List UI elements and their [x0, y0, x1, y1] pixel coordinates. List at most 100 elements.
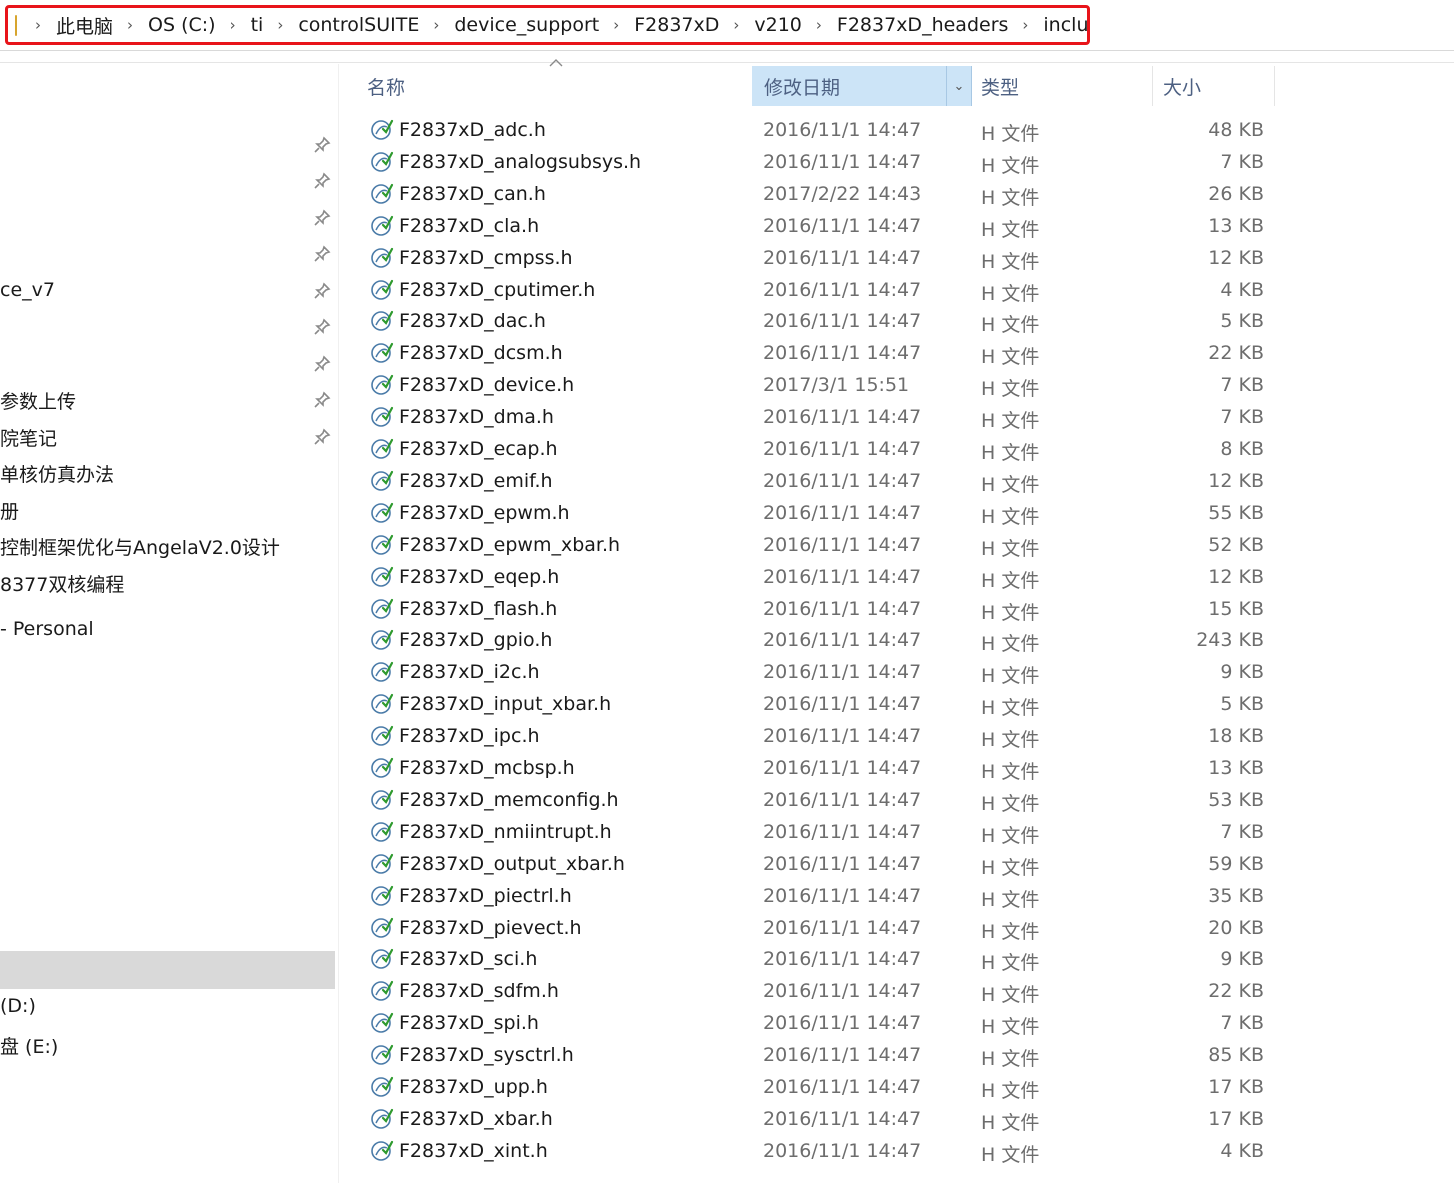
chevron-right-icon[interactable]: › — [127, 16, 133, 34]
file-row[interactable]: F2837xD_upp.h 2016/11/1 14:47 H 文件 17 KB — [350, 1072, 1280, 1104]
file-row[interactable]: F2837xD_piectrl.h 2016/11/1 14:47 H 文件 35 K… — [350, 881, 1280, 913]
nav-item[interactable]: 参数上传 — [0, 387, 76, 414]
file-row[interactable]: F2837xD_cmpss.h 2016/11/1 14:47 H 文件 12 KB — [350, 243, 1280, 275]
c-header-file-icon — [370, 724, 394, 748]
chevron-right-icon[interactable]: › — [816, 16, 822, 34]
file-row[interactable]: F2837xD_analogsubsys.h 2016/11/1 14:47 H 文… — [350, 147, 1280, 179]
file-row[interactable]: F2837xD_pievect.h 2016/11/1 14:47 H 文件 20 K… — [350, 913, 1280, 945]
file-row[interactable]: F2837xD_ecap.h 2016/11/1 14:47 H 文件 8 KB — [350, 434, 1280, 466]
breadcrumb-v210[interactable]: v210 — [754, 14, 802, 36]
nav-item[interactable]: 控制框架优化与AngelaV2.0设计 — [0, 533, 280, 560]
file-name: F2837xD_nmiintrupt.h — [399, 820, 612, 843]
file-name: F2837xD_emif.h — [399, 469, 553, 492]
file-row[interactable]: F2837xD_mcbsp.h 2016/11/1 14:47 H 文件 13 KB — [350, 753, 1280, 785]
file-row[interactable]: F2837xD_epwm_xbar.h 2016/11/1 14:47 H 文件 52… — [350, 530, 1280, 562]
file-row[interactable]: F2837xD_memconfig.h 2016/11/1 14:47 H 文件 53… — [350, 785, 1280, 817]
file-date: 2016/11/1 14:47 — [763, 788, 922, 811]
file-row[interactable]: F2837xD_output_xbar.h 2016/11/1 14:47 H 文件… — [350, 849, 1280, 881]
file-row[interactable]: F2837xD_xint.h 2016/11/1 14:47 H 文件 4 KB — [350, 1136, 1280, 1168]
chevron-right-icon[interactable]: › — [230, 16, 236, 34]
chevron-right-icon[interactable]: › — [1022, 16, 1028, 34]
nav-item[interactable]: 院笔记 — [0, 424, 57, 451]
pin-icon[interactable] — [313, 282, 331, 300]
breadcrumb-controlsuite[interactable]: controlSUITE — [298, 14, 419, 36]
file-name: F2837xD_can.h — [399, 182, 546, 205]
nav-item[interactable]: 册 — [0, 497, 19, 524]
column-header-date[interactable]: 修改日期 ⌄ — [752, 66, 972, 106]
nav-item[interactable]: ce_v7 — [0, 279, 55, 301]
pin-icon[interactable] — [313, 245, 331, 263]
file-row[interactable]: F2837xD_gpio.h 2016/11/1 14:47 H 文件 243 KB — [350, 625, 1280, 657]
file-row[interactable]: F2837xD_dcsm.h 2016/11/1 14:47 H 文件 22 KB — [350, 338, 1280, 370]
file-date: 2016/11/1 14:47 — [763, 597, 922, 620]
nav-item-drive-e[interactable]: 盘 (E:) — [0, 1032, 58, 1059]
chevron-right-icon[interactable]: › — [613, 16, 619, 34]
chevron-right-icon[interactable]: › — [433, 16, 439, 34]
breadcrumb-f2837xd[interactable]: F2837xD — [634, 14, 719, 36]
c-header-file-icon — [370, 1139, 394, 1163]
file-row[interactable]: F2837xD_adc.h 2016/11/1 14:47 H 文件 48 KB — [350, 115, 1280, 147]
file-size: 55 KB — [1208, 501, 1264, 524]
file-row[interactable]: F2837xD_eqep.h 2016/11/1 14:47 H 文件 12 KB — [350, 562, 1280, 594]
nav-item-selected[interactable] — [0, 951, 335, 989]
file-row[interactable]: F2837xD_can.h 2017/2/22 14:43 H 文件 26 KB — [350, 179, 1280, 211]
file-row[interactable]: F2837xD_cla.h 2016/11/1 14:47 H 文件 13 KB — [350, 211, 1280, 243]
breadcrumb-f2837xd-headers[interactable]: F2837xD_headers — [837, 14, 1009, 36]
nav-item[interactable]: 单核仿真办法 — [0, 460, 114, 487]
file-row[interactable]: F2837xD_sdfm.h 2016/11/1 14:47 H 文件 22 KB — [350, 976, 1280, 1008]
file-name: F2837xD_analogsubsys.h — [399, 150, 642, 173]
c-header-file-icon — [370, 660, 394, 684]
pin-icon[interactable] — [313, 136, 331, 154]
file-row[interactable]: F2837xD_nmiintrupt.h 2016/11/1 14:47 H 文件 7… — [350, 817, 1280, 849]
file-row[interactable]: F2837xD_epwm.h 2016/11/1 14:47 H 文件 55 KB — [350, 498, 1280, 530]
file-size: 7 KB — [1220, 820, 1264, 843]
column-header-type[interactable]: 类型 — [981, 66, 1151, 106]
pin-icon[interactable] — [313, 428, 331, 446]
file-row[interactable]: F2837xD_ipc.h 2016/11/1 14:47 H 文件 18 KB — [350, 721, 1280, 753]
file-name: F2837xD_flash.h — [399, 597, 558, 620]
file-row[interactable]: F2837xD_i2c.h 2016/11/1 14:47 H 文件 9 KB — [350, 657, 1280, 689]
pin-icon[interactable] — [313, 355, 331, 373]
pin-icon[interactable] — [313, 318, 331, 336]
c-header-file-icon — [370, 916, 394, 940]
breadcrumb-include[interactable]: include — [1043, 14, 1087, 36]
column-divider[interactable] — [1274, 66, 1275, 106]
nav-item-drive-d[interactable]: (D:) — [0, 995, 36, 1017]
breadcrumb-os-c[interactable]: OS (C:) — [148, 14, 216, 36]
file-row[interactable]: F2837xD_sysctrl.h 2016/11/1 14:47 H 文件 85 K… — [350, 1040, 1280, 1072]
file-row[interactable]: F2837xD_cputimer.h 2016/11/1 14:47 H 文件 4 K… — [350, 275, 1280, 307]
file-name: F2837xD_sci.h — [399, 948, 538, 971]
file-date: 2016/11/1 14:47 — [763, 1076, 922, 1098]
chevron-right-icon[interactable]: › — [277, 16, 283, 34]
file-date: 2016/11/1 14:47 — [763, 119, 922, 141]
column-header-size[interactable]: 大小 — [1163, 66, 1273, 106]
file-type: H 文件 — [981, 665, 1040, 688]
file-row[interactable]: F2837xD_dac.h 2016/11/1 14:47 H 文件 5 KB — [350, 306, 1280, 338]
file-row[interactable]: F2837xD_device.h 2017/3/1 15:51 H 文件 7 KB — [350, 370, 1280, 402]
chevron-right-icon[interactable]: › — [35, 16, 41, 34]
column-divider[interactable] — [1152, 66, 1153, 106]
file-row[interactable]: F2837xD_spi.h 2016/11/1 14:47 H 文件 7 KB — [350, 1008, 1280, 1040]
file-row[interactable]: F2837xD_input_xbar.h 2016/11/1 14:47 H 文件 5… — [350, 689, 1280, 721]
file-name: F2837xD_epwm.h — [399, 501, 570, 524]
breadcrumb-device-support[interactable]: device_support — [454, 14, 599, 36]
file-size: 12 KB — [1208, 565, 1264, 588]
file-type: H 文件 — [981, 729, 1040, 752]
address-bar-area: › 此电脑 › OS (C:) › ti › controlSUITE › de… — [0, 0, 1454, 51]
breadcrumb-this-pc[interactable]: 此电脑 — [56, 12, 113, 39]
chevron-right-icon[interactable]: › — [733, 16, 739, 34]
file-row[interactable]: F2837xD_dma.h 2016/11/1 14:47 H 文件 7 KB — [350, 402, 1280, 434]
address-bar[interactable]: › 此电脑 › OS (C:) › ti › controlSUITE › de… — [5, 5, 1090, 45]
pin-icon[interactable] — [313, 391, 331, 409]
nav-item-onedrive[interactable]: - Personal — [0, 618, 94, 640]
breadcrumb-ti[interactable]: ti — [251, 14, 264, 36]
pin-icon[interactable] — [313, 172, 331, 190]
file-row[interactable]: F2837xD_flash.h 2016/11/1 14:47 H 文件 15 KB — [350, 594, 1280, 626]
file-row[interactable]: F2837xD_emif.h 2016/11/1 14:47 H 文件 12 KB — [350, 466, 1280, 498]
column-header-name[interactable]: 名称 — [367, 66, 752, 106]
file-row[interactable]: F2837xD_sci.h 2016/11/1 14:47 H 文件 9 KB — [350, 944, 1280, 976]
pin-icon[interactable] — [313, 209, 331, 227]
file-row[interactable]: F2837xD_xbar.h 2016/11/1 14:47 H 文件 17 KB — [350, 1104, 1280, 1136]
chevron-down-icon[interactable]: ⌄ — [946, 66, 971, 106]
nav-item[interactable]: 8377双核编程 — [0, 570, 124, 597]
